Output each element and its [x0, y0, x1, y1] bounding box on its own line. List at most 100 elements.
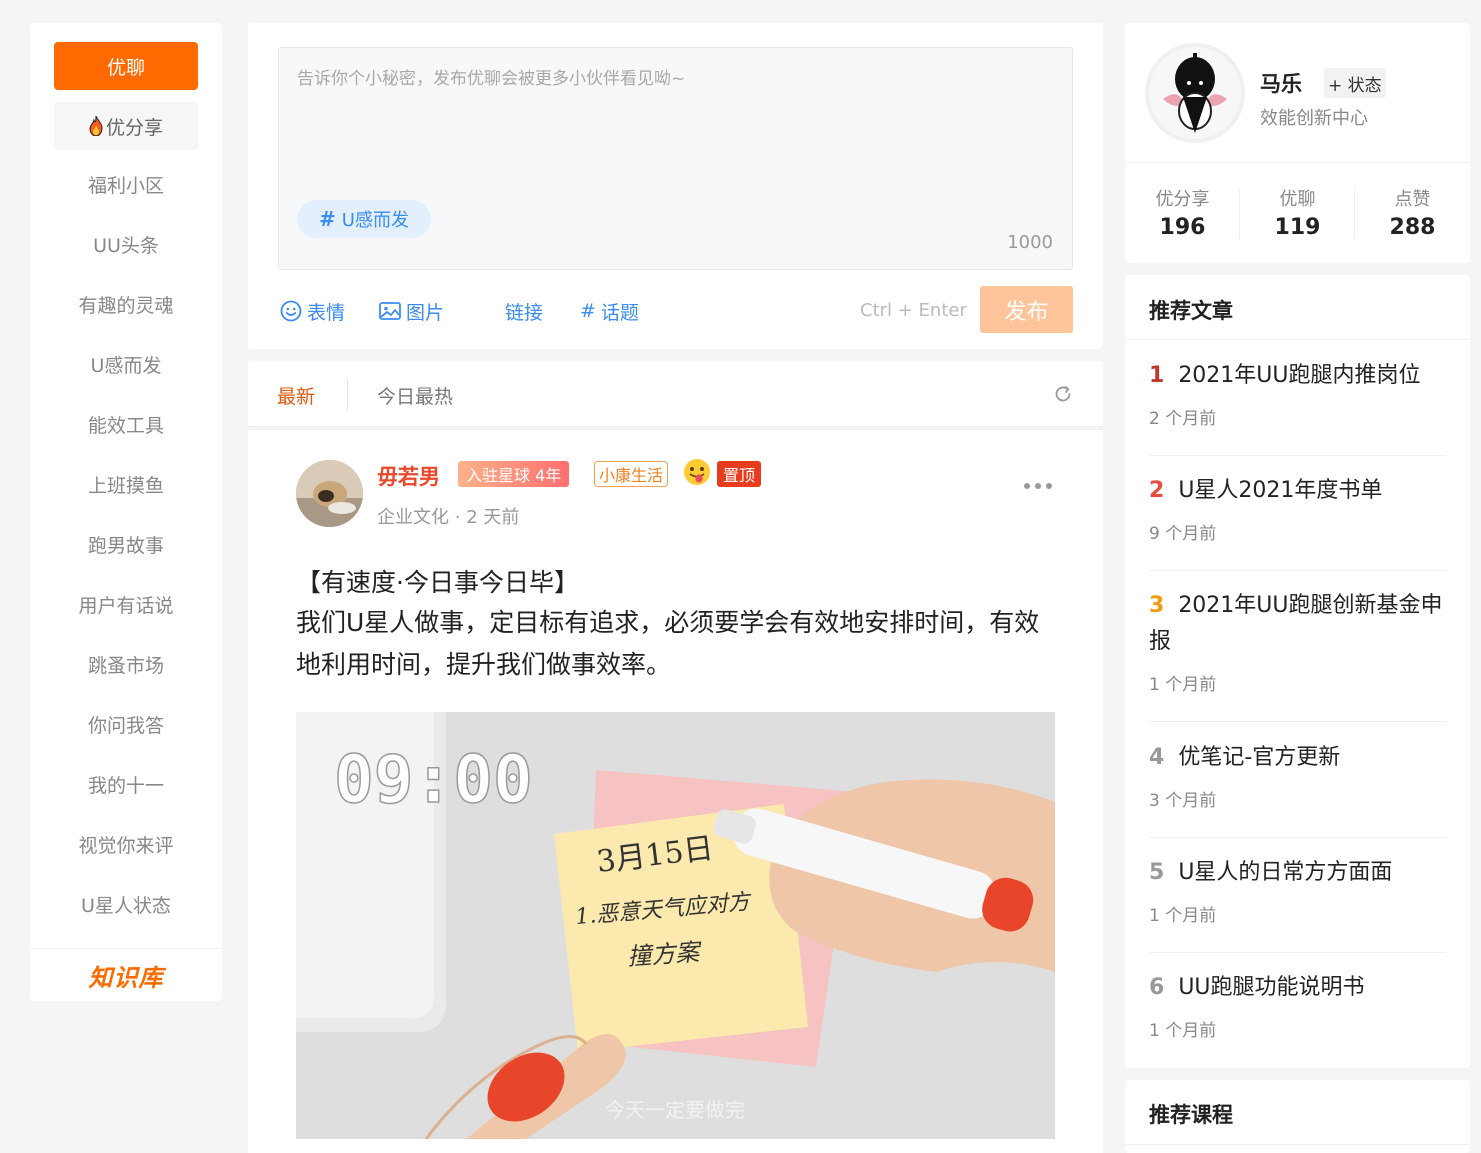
flame-icon: [89, 116, 103, 136]
dog-photo-thumbnail: [296, 460, 363, 527]
profile-name: 马乐: [1260, 72, 1302, 96]
nav-item[interactable]: 有趣的灵魂: [30, 276, 222, 336]
pinned-badge: 置顶: [717, 461, 762, 487]
stat-value: 288: [1389, 215, 1436, 240]
author-name[interactable]: 毋若男: [377, 461, 440, 491]
tab-divider: [347, 379, 348, 411]
ninja-avatar-icon: [1149, 47, 1241, 139]
post-image[interactable]: 09:00 3月15日 1.恶意天气应对方 撞方案 今天一定要做完: [296, 712, 1055, 1139]
article-title: 4 优笔记-官方更新: [1149, 740, 1446, 776]
stat-youliao[interactable]: 优聊 119: [1240, 185, 1355, 240]
video-caption: 今天一定要做完: [605, 1098, 745, 1122]
post-card: 毋若男 入驻星球 4年 小康生活 置顶 企业文化 · 2 天前 【有速度·今日事…: [248, 430, 1103, 1153]
section-divider: [1125, 1144, 1470, 1145]
nav-item[interactable]: 我的十一: [30, 756, 222, 816]
article-time: 9 个月前: [1149, 524, 1217, 544]
stat-value: 119: [1274, 215, 1321, 240]
article-time: 3 个月前: [1149, 791, 1217, 811]
section-title: 推荐课程: [1149, 1103, 1233, 1127]
article-item[interactable]: 3 2021年UU跑腿创新基金申报 1 个月前: [1149, 588, 1446, 722]
nav-item[interactable]: U感而发: [30, 336, 222, 396]
note-line-2: 撞方案: [626, 938, 703, 971]
nav-item[interactable]: 能效工具: [30, 396, 222, 456]
profile-card: 马乐 + 状态 效能创新中心 优分享 196 优聊 119 点赞 288: [1125, 23, 1470, 263]
nav-item[interactable]: 福利小区: [30, 156, 222, 216]
emoji-button[interactable]: 表情: [280, 297, 345, 325]
stat-label: 点赞: [1394, 189, 1431, 210]
topic-chip[interactable]: # U感而发: [297, 200, 431, 238]
composer-textarea[interactable]: 告诉你个小秘密，发布优聊会被更多小伙伴看见呦~ # U感而发 1000: [278, 47, 1073, 270]
article-item[interactable]: 2 U星人2021年度书单 9 个月前: [1149, 473, 1446, 571]
article-title: 3 2021年UU跑腿创新基金申报: [1149, 588, 1446, 660]
nav-item[interactable]: U星人状态: [30, 876, 222, 936]
topic-button-label: 话题: [600, 301, 639, 324]
article-rank: 4: [1149, 745, 1165, 770]
stat-label: 优分享: [1155, 189, 1210, 210]
publish-button[interactable]: 发布: [980, 286, 1073, 333]
nav-item[interactable]: 跳蚤市场: [30, 636, 222, 696]
article-item[interactable]: 1 2021年UU跑腿内推岗位 2 个月前: [1149, 358, 1446, 456]
stat-likes[interactable]: 点赞 288: [1355, 185, 1470, 240]
image-button[interactable]: 图片: [379, 297, 444, 325]
article-title: 2 U星人2021年度书单: [1149, 473, 1446, 509]
nav-list: 福利小区 UU头条 有趣的灵魂 U感而发 能效工具 上班摸鱼 跑男故事 用户有话…: [30, 156, 222, 936]
nav-item[interactable]: 上班摸鱼: [30, 456, 222, 516]
membership-badge: 入驻星球 4年: [458, 461, 570, 487]
article-rank: 6: [1149, 975, 1165, 1000]
hashtag-icon: #: [580, 300, 596, 322]
article-rank: 5: [1149, 860, 1165, 885]
article-title: 5 U星人的日常方方面面: [1149, 855, 1446, 891]
article-item[interactable]: 4 优笔记-官方更新 3 个月前: [1149, 740, 1446, 838]
post-time: 2 天前: [466, 507, 520, 528]
profile-divider: [1125, 162, 1470, 163]
emoji-button-label: 表情: [307, 301, 346, 324]
nav-item-label: 优分享: [105, 116, 163, 139]
stat-value: 196: [1159, 215, 1206, 240]
article-time: 1 个月前: [1149, 906, 1217, 926]
post-title: 【有速度·今日事今日毕】: [296, 568, 579, 597]
sticky-note-photo: 09:00 3月15日 1.恶意天气应对方 撞方案 今天一定要做完: [296, 712, 1055, 1139]
stat-youfenxiang[interactable]: 优分享 196: [1125, 185, 1240, 240]
clock-display: 09:00: [334, 741, 533, 818]
article-title-text: 2021年UU跑腿内推岗位: [1178, 363, 1421, 388]
image-button-label: 图片: [406, 301, 445, 324]
user-avatar[interactable]: [1149, 47, 1241, 139]
link-button[interactable]: 链接: [505, 297, 543, 325]
more-options-icon[interactable]: [1023, 482, 1053, 490]
shortcut-hint: Ctrl + Enter: [860, 300, 967, 321]
add-status-button[interactable]: + 状态: [1324, 68, 1386, 98]
article-time: 2 个月前: [1149, 409, 1217, 429]
tab-latest[interactable]: 最新: [277, 382, 315, 409]
article-item[interactable]: 6 UU跑腿功能说明书 1 个月前: [1149, 970, 1446, 1062]
article-title-text: 2021年UU跑腿创新基金申报: [1149, 593, 1443, 654]
author-avatar[interactable]: [296, 460, 363, 527]
image-icon: [379, 302, 401, 320]
nav-item[interactable]: UU头条: [30, 216, 222, 276]
nav-item[interactable]: 你问我答: [30, 696, 222, 756]
knowledge-base-link[interactable]: 知识库: [30, 958, 222, 993]
char-counter: 1000: [1007, 232, 1053, 253]
topic-button[interactable]: # 话题: [580, 297, 639, 325]
post-category[interactable]: 企业文化: [377, 507, 449, 528]
link-button-label: 链接: [505, 301, 544, 324]
section-divider: [1125, 339, 1470, 340]
article-time: 1 个月前: [1149, 1021, 1217, 1041]
recommended-courses: 推荐课程: [1125, 1080, 1470, 1153]
tab-today-hot[interactable]: 今日最热: [377, 382, 453, 409]
nav-item-youliao[interactable]: 优聊: [54, 42, 198, 90]
article-title-text: UU跑腿功能说明书: [1178, 975, 1365, 1000]
nav-item[interactable]: 视觉你来评: [30, 816, 222, 876]
refresh-icon[interactable]: [1053, 384, 1073, 404]
article-rank: 1: [1149, 363, 1165, 388]
article-title-text: U星人2021年度书单: [1178, 478, 1383, 503]
nav-item[interactable]: 用户有话说: [30, 576, 222, 636]
profile-department: 效能创新中心: [1260, 108, 1368, 129]
sidebar-divider: [30, 948, 222, 949]
post-composer: 告诉你个小秘密，发布优聊会被更多小伙伴看见呦~ # U感而发 1000 表情 图…: [248, 23, 1103, 349]
nav-item[interactable]: 跑男故事: [30, 516, 222, 576]
nav-item-youfenxiang[interactable]: 优分享: [54, 102, 198, 150]
article-item[interactable]: 5 U星人的日常方方面面 1 个月前: [1149, 855, 1446, 953]
article-rank: 3: [1149, 593, 1165, 618]
section-title: 推荐文章: [1149, 299, 1233, 323]
smiley-icon: [280, 300, 302, 322]
